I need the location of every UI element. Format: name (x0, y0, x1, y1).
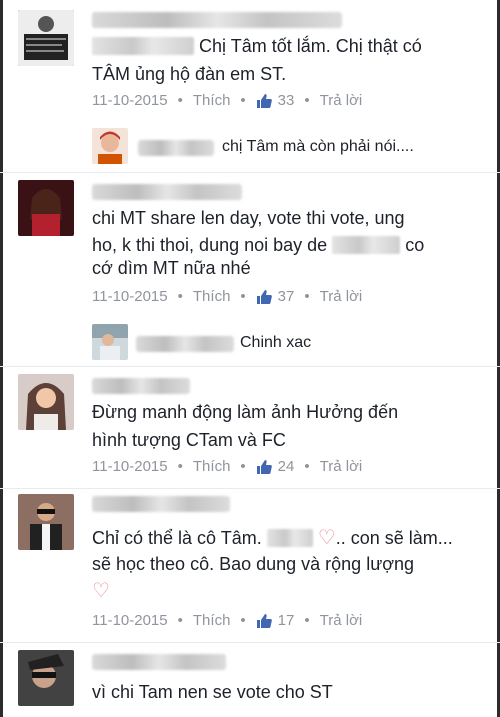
comment-text: ho, k thi thoi, dung noi bay de co (92, 233, 424, 258)
divider (0, 172, 500, 173)
author-name-redacted[interactable] (92, 378, 190, 394)
comment-text-line: Chị Tâm tốt lắm. Chị thật có (199, 36, 422, 56)
avatar[interactable] (18, 494, 74, 550)
heart-icon: ♡ (317, 527, 336, 549)
like-link[interactable]: Thích (193, 612, 231, 629)
author-name-redacted[interactable] (138, 140, 214, 156)
comment-date[interactable]: 11-10-2015 (92, 612, 168, 629)
like-thumb-icon (256, 289, 272, 304)
comment-text-line: cớ dìm MT nữa nhé (92, 258, 251, 278)
comment-meta: 11-10-2015 • Thích • 33 • Trả lời (92, 92, 363, 109)
comment-meta: 11-10-2015 • Thích • 37 • Trả lời (92, 288, 363, 305)
avatar[interactable] (18, 180, 74, 236)
like-thumb-icon (256, 93, 272, 108)
comment-meta: 11-10-2015 • Thích • 24 • Trả lời (92, 458, 363, 475)
comment-text-line: Chỉ có thể là cô Tâm. (92, 528, 262, 548)
like-thumb-icon (256, 613, 272, 628)
comment-date[interactable]: 11-10-2015 (92, 288, 168, 305)
like-count: 33 (277, 92, 295, 109)
heart-icon: ♡ (92, 580, 110, 602)
divider (0, 642, 500, 643)
comment-text-line: .. con sẽ làm... (335, 528, 453, 548)
reply-text: chị Tâm mà còn phải nói.... (222, 138, 414, 155)
reply-link[interactable]: Trả lời (320, 612, 363, 629)
like-link[interactable]: Thích (193, 288, 231, 305)
like-thumb-icon (256, 459, 272, 474)
redacted-mention (92, 37, 194, 55)
comment-meta: 11-10-2015 • Thích • 17 • Trả lời (92, 612, 363, 629)
comment-date[interactable]: 11-10-2015 (92, 92, 168, 109)
comment-text-line: TÂM ủng hộ đàn em ST. (92, 64, 287, 84)
avatar[interactable] (92, 324, 128, 360)
redacted-mention (332, 236, 401, 254)
comment-text-line: hình tượng CTam và FC (92, 430, 286, 450)
divider (0, 488, 500, 489)
comment-text-line: co (405, 235, 425, 255)
reply-link[interactable]: Trả lời (320, 288, 363, 305)
author-name-redacted[interactable] (136, 336, 234, 352)
comment-date[interactable]: 11-10-2015 (92, 458, 168, 475)
avatar[interactable] (18, 650, 74, 706)
reply-link[interactable]: Trả lời (320, 458, 363, 475)
avatar[interactable] (18, 10, 74, 66)
author-name-redacted[interactable] (92, 12, 342, 28)
author-name-redacted[interactable] (92, 184, 242, 200)
comment-text-line: Đừng manh động làm ảnh Hưởng đến (92, 402, 399, 422)
divider (0, 366, 500, 367)
avatar[interactable] (18, 374, 74, 430)
like-link[interactable]: Thích (193, 458, 231, 475)
like-link[interactable]: Thích (193, 92, 231, 109)
comment-text-line: vì chi Tam nen se vote cho ST (92, 682, 333, 702)
avatar[interactable] (92, 128, 128, 164)
like-count: 17 (277, 612, 295, 629)
author-name-redacted[interactable] (92, 496, 230, 512)
like-count: 37 (277, 288, 295, 305)
redacted-mention (266, 529, 313, 547)
reply-link[interactable]: Trả lời (320, 92, 363, 109)
author-name-redacted[interactable] (92, 654, 226, 670)
comment-text: Chỉ có thể là cô Tâm. ♡.. con sẽ làm... (92, 526, 453, 551)
comment-text-line: ho, k thi thoi, dung noi bay de (92, 235, 328, 255)
like-count: 24 (277, 458, 295, 475)
comment-text: Chị Tâm tốt lắm. Chị thật có (92, 34, 422, 59)
comment-text-line: sẽ học theo cô. Bao dung và rộng lượng (92, 554, 415, 574)
left-frame-edge (0, 0, 3, 717)
reply-text: Chinh xac (240, 334, 312, 351)
comment-text-line: chi MT share len day, vote thi vote, ung (92, 208, 405, 228)
